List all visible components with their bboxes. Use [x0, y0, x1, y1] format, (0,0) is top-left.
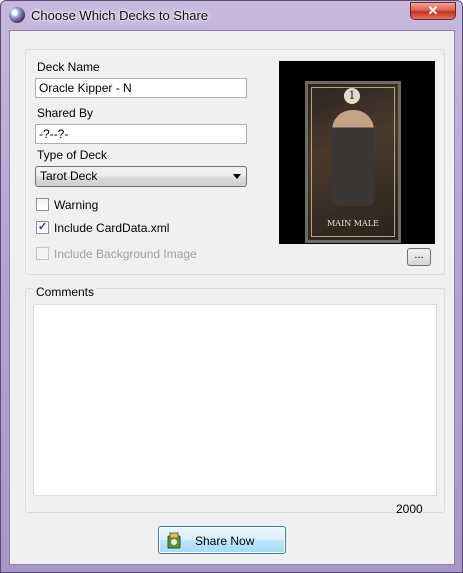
char-limit-counter: 2000: [396, 502, 423, 516]
share-decks-window: Choose Which Decks to Share ✕ Deck Name …: [0, 0, 463, 573]
window-title: Choose Which Decks to Share: [31, 8, 209, 23]
warning-checkbox[interactable]: [36, 198, 49, 211]
dialog-client-area: Deck Name Oracle Kipper - N Shared By -?…: [9, 30, 455, 565]
shared-by-label: Shared By: [37, 106, 94, 120]
comments-group: Comments 2000: [25, 285, 445, 516]
deck-type-label: Type of Deck: [37, 148, 108, 162]
chevron-down-icon: [233, 174, 241, 179]
share-now-label: Share Now: [195, 534, 255, 548]
deck-name-label: Deck Name: [37, 60, 100, 74]
warning-label[interactable]: Warning: [54, 198, 98, 212]
deck-settings-group: Deck Name Oracle Kipper - N Shared By -?…: [25, 49, 445, 275]
app-icon: [9, 7, 25, 23]
card-caption: MAIN MALE: [327, 219, 379, 228]
include-background-checkbox: [36, 247, 49, 260]
share-now-button[interactable]: Share Now: [158, 526, 286, 554]
deck-name-input[interactable]: Oracle Kipper - N: [35, 78, 247, 98]
deck-type-select[interactable]: Tarot Deck: [35, 166, 247, 187]
comments-textarea[interactable]: [33, 304, 437, 496]
card-image: 1 MAIN MALE: [305, 81, 401, 243]
share-icon: [167, 532, 181, 549]
comments-label: Comments: [34, 285, 97, 299]
title-bar[interactable]: Choose Which Decks to Share ✕: [1, 1, 462, 30]
card-preview: 1 MAIN MALE: [279, 61, 435, 244]
include-background-label: Include Background Image: [54, 247, 197, 261]
close-button[interactable]: ✕: [410, 2, 456, 20]
shared-by-input[interactable]: -?--?-: [35, 124, 247, 144]
close-icon: ✕: [427, 3, 439, 18]
browse-image-button[interactable]: ...: [407, 248, 431, 266]
deck-type-value: Tarot Deck: [40, 169, 98, 183]
include-carddata-checkbox[interactable]: ✓: [36, 221, 49, 234]
include-carddata-label[interactable]: Include CardData.xml: [54, 221, 169, 235]
card-number: 1: [344, 88, 360, 104]
card-figure: [332, 110, 374, 206]
